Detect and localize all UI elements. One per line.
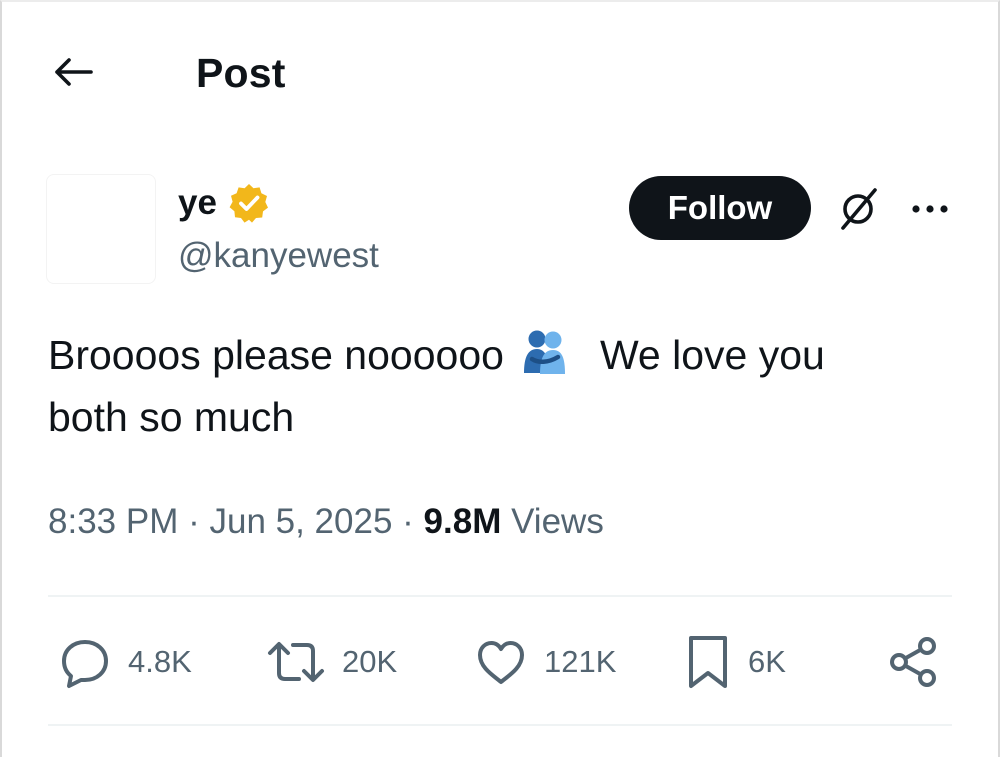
repost-count: 20K [342,644,398,679]
bookmark-button[interactable]: 6K [684,630,786,694]
follow-button[interactable]: Follow [629,176,811,240]
people-hugging-emoji-icon [523,330,565,374]
reply-count: 4.8K [128,644,192,679]
display-name[interactable]: ye [178,181,217,225]
divider [48,595,952,597]
tweet-text-part-2: We love you [599,332,825,378]
tweet-text-part-1: Broooos please noooooo [48,332,504,378]
verified-badge-icon[interactable] [227,181,271,225]
reply-icon [62,640,108,688]
back-button[interactable] [48,50,98,94]
engagement-bar: 4.8K 20K 121K 6K [58,630,948,694]
like-count: 121K [544,644,617,679]
bookmark-count: 6K [748,644,786,679]
bookmark-icon [689,636,727,688]
author-name-row[interactable]: ye [178,180,271,226]
tweet-line-2: both so much [48,394,295,440]
reply-button[interactable]: 4.8K [58,630,192,694]
post-time[interactable]: 8:33 PM [48,502,178,541]
author-handle[interactable]: @kanyewest [178,234,379,278]
grok-icon [841,188,877,230]
like-button[interactable]: 121K [474,630,616,694]
post-page: Post ye @kanyewest Follow Broooos please… [0,0,1000,757]
avatar[interactable] [46,174,156,284]
grok-button[interactable] [828,182,888,236]
more-icon [912,205,948,213]
heart-icon [478,641,524,684]
meta-separator: · [402,502,414,541]
post-meta: 8:33 PM · Jun 5, 2025 · 9.8M Views [48,498,604,546]
page-title: Post [196,50,286,96]
arrow-left-icon [55,58,93,86]
share-icon [890,637,936,687]
more-options-button[interactable] [904,182,956,236]
tweet-line-1: Broooos please noooooo We love you [48,324,948,386]
share-button[interactable] [884,630,942,694]
views-label: Views [511,502,604,541]
meta-separator: · [188,502,200,541]
post-date[interactable]: Jun 5, 2025 [209,502,392,541]
tweet-text: Broooos please noooooo We love you both … [48,324,948,448]
repost-icon [268,642,324,682]
views-count: 9.8M [423,502,502,541]
repost-button[interactable]: 20K [266,630,397,694]
divider [48,724,952,726]
